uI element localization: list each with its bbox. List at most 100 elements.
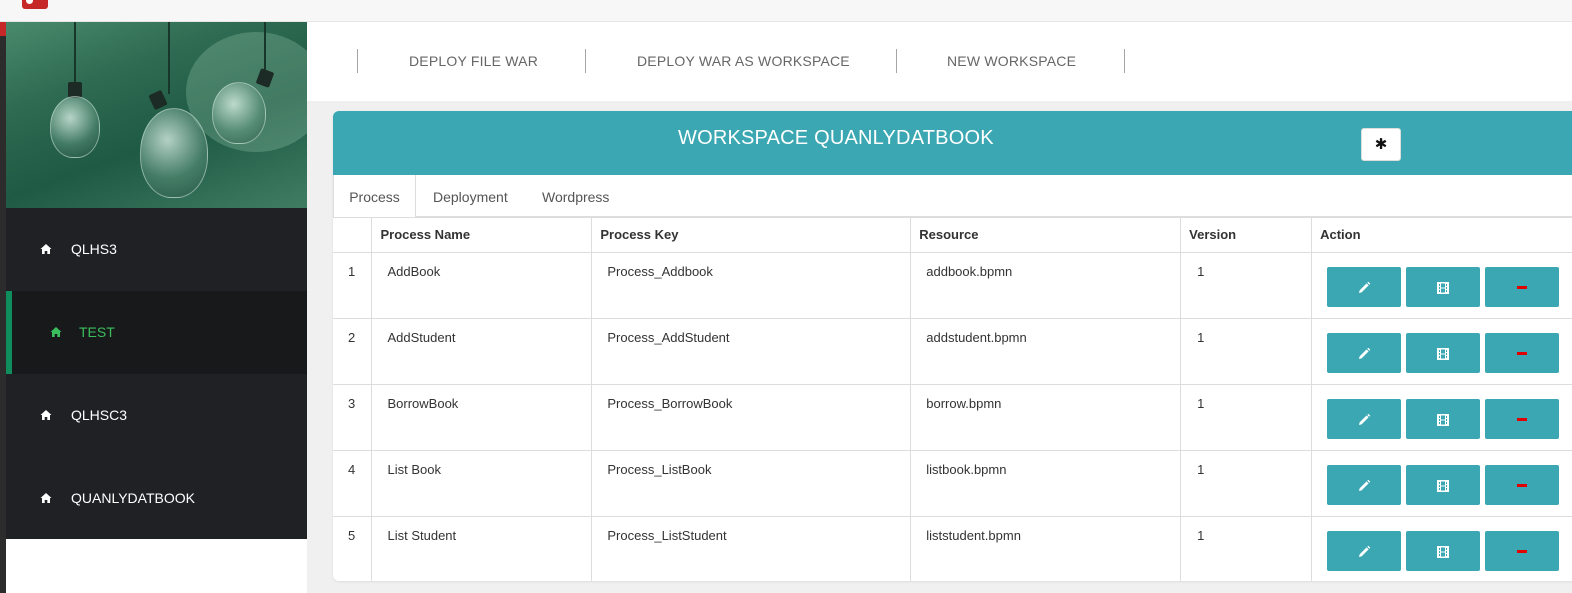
sidebar-nav: QLHS3 TEST QLHSC3 QUANLYDATBOOK (6, 208, 307, 539)
edit-button[interactable] (1327, 465, 1402, 505)
row-number: 5 (333, 516, 373, 581)
action-cell (1311, 318, 1572, 385)
process-key: Process_AddStudent (591, 318, 912, 385)
sidebar-item-label: TEST (79, 324, 115, 340)
view-button[interactable] (1406, 531, 1481, 571)
pencil-icon (1359, 545, 1371, 557)
resource: addbook.bpmn (910, 252, 1182, 319)
delete-button[interactable] (1485, 399, 1560, 439)
banner-bulb-cap (148, 89, 168, 111)
sidebar-item-qlhsc3[interactable]: QLHSC3 (6, 374, 307, 457)
view-button[interactable] (1406, 465, 1481, 505)
resource: borrow.bpmn (910, 384, 1182, 451)
process-name: AddBook (371, 252, 593, 319)
deploy-war-as-workspace-button[interactable]: DEPLOY WAR AS WORKSPACE (637, 53, 850, 69)
row-number: 4 (333, 450, 373, 517)
edit-button[interactable] (1327, 531, 1402, 571)
deploy-file-war-button[interactable]: DEPLOY FILE WAR (409, 53, 538, 69)
banner-wire (168, 22, 170, 94)
nav-divider (357, 49, 358, 73)
film-icon (1437, 414, 1450, 426)
column-header-resource: Resource (910, 217, 1182, 253)
film-icon (1437, 348, 1450, 360)
resource: liststudent.bpmn (910, 516, 1182, 581)
new-workspace-button[interactable]: NEW WORKSPACE (947, 53, 1076, 69)
banner-bulb (50, 96, 100, 158)
resource: listbook.bpmn (910, 450, 1182, 517)
sidebar-item-test[interactable]: TEST (6, 291, 307, 374)
sidebar-item-label: QUANLYDATBOOK (71, 490, 195, 506)
process-name: AddStudent (371, 318, 593, 385)
sidebar: QLHS3 TEST QLHSC3 QUANLYDATBOOK (6, 22, 307, 593)
nav-divider (1124, 49, 1125, 73)
process-table: Process Name Process Key Resource Versio… (333, 217, 1572, 581)
home-icon (50, 327, 62, 337)
home-icon (40, 493, 52, 503)
action-cell (1311, 516, 1572, 581)
pencil-icon (1359, 347, 1371, 359)
table-row: 2 AddStudent Process_AddStudent addstude… (333, 318, 1572, 385)
app-logo-icon (22, 0, 48, 9)
version: 1 (1180, 252, 1313, 319)
view-button[interactable] (1406, 399, 1481, 439)
minus-icon (1517, 550, 1528, 553)
version: 1 (1180, 516, 1313, 581)
sidebar-banner-image (6, 22, 307, 208)
view-button[interactable] (1406, 267, 1481, 307)
home-icon (40, 410, 52, 420)
minus-icon (1517, 418, 1528, 421)
sidebar-item-quanlydatbook[interactable]: QUANLYDATBOOK (6, 457, 307, 540)
workspace-title: WORKSPACE QUANLYDATBOOK (678, 127, 994, 149)
row-number: 1 (333, 252, 373, 319)
edit-button[interactable] (1327, 333, 1402, 373)
delete-button[interactable] (1485, 531, 1560, 571)
workspace-tabs: Process Deployment Wordpress (333, 175, 1572, 218)
process-name: List Student (371, 516, 593, 581)
nav-divider (585, 49, 586, 73)
process-key: Process_Addbook (591, 252, 912, 319)
asterisk-icon: ✱ (1374, 136, 1388, 153)
version: 1 (1180, 318, 1313, 385)
process-key: Process_ListBook (591, 450, 912, 517)
edit-button[interactable] (1327, 267, 1402, 307)
process-key: Process_BorrowBook (591, 384, 912, 451)
table-row: 5 List Student Process_ListStudent lists… (333, 516, 1572, 581)
main-content: DEPLOY FILE WAR DEPLOY WAR AS WORKSPACE … (307, 22, 1572, 593)
action-cell (1311, 252, 1572, 319)
film-icon (1437, 282, 1450, 294)
tab-deployment[interactable]: Deployment (433, 189, 508, 205)
action-cell (1311, 450, 1572, 517)
banner-wire (74, 22, 76, 84)
column-header-action: Action (1311, 217, 1572, 253)
delete-button[interactable] (1485, 465, 1560, 505)
delete-button[interactable] (1485, 267, 1560, 307)
tab-process[interactable]: Process (333, 175, 416, 218)
table-header-row: Process Name Process Key Resource Versio… (333, 217, 1572, 253)
column-header-version: Version (1180, 217, 1313, 253)
pencil-icon (1359, 281, 1371, 293)
process-key: Process_ListStudent (591, 516, 912, 581)
banner-wire (264, 22, 266, 70)
top-navbar: DEPLOY FILE WAR DEPLOY WAR AS WORKSPACE … (307, 22, 1572, 101)
resource: addstudent.bpmn (910, 318, 1182, 385)
column-header-process-key: Process Key (591, 217, 912, 253)
view-button[interactable] (1406, 333, 1481, 373)
action-cell (1311, 384, 1572, 451)
table-row: 4 List Book Process_ListBook listbook.bp… (333, 450, 1572, 517)
edit-button[interactable] (1327, 399, 1402, 439)
pencil-icon (1359, 479, 1371, 491)
delete-button[interactable] (1485, 333, 1560, 373)
minus-icon (1517, 352, 1528, 355)
row-number: 3 (333, 384, 373, 451)
sidebar-item-label: QLHSC3 (71, 407, 128, 423)
version: 1 (1180, 384, 1313, 451)
film-icon (1437, 546, 1450, 558)
banner-bulb (140, 108, 208, 198)
process-name: BorrowBook (371, 384, 593, 451)
asterisk-button[interactable]: ✱ (1361, 128, 1401, 161)
sidebar-item-qlhs3[interactable]: QLHS3 (6, 208, 307, 291)
tab-wordpress[interactable]: Wordpress (542, 189, 609, 205)
film-icon (1437, 480, 1450, 492)
banner-bulb (212, 82, 266, 144)
sidebar-item-label: QLHS3 (71, 241, 117, 257)
